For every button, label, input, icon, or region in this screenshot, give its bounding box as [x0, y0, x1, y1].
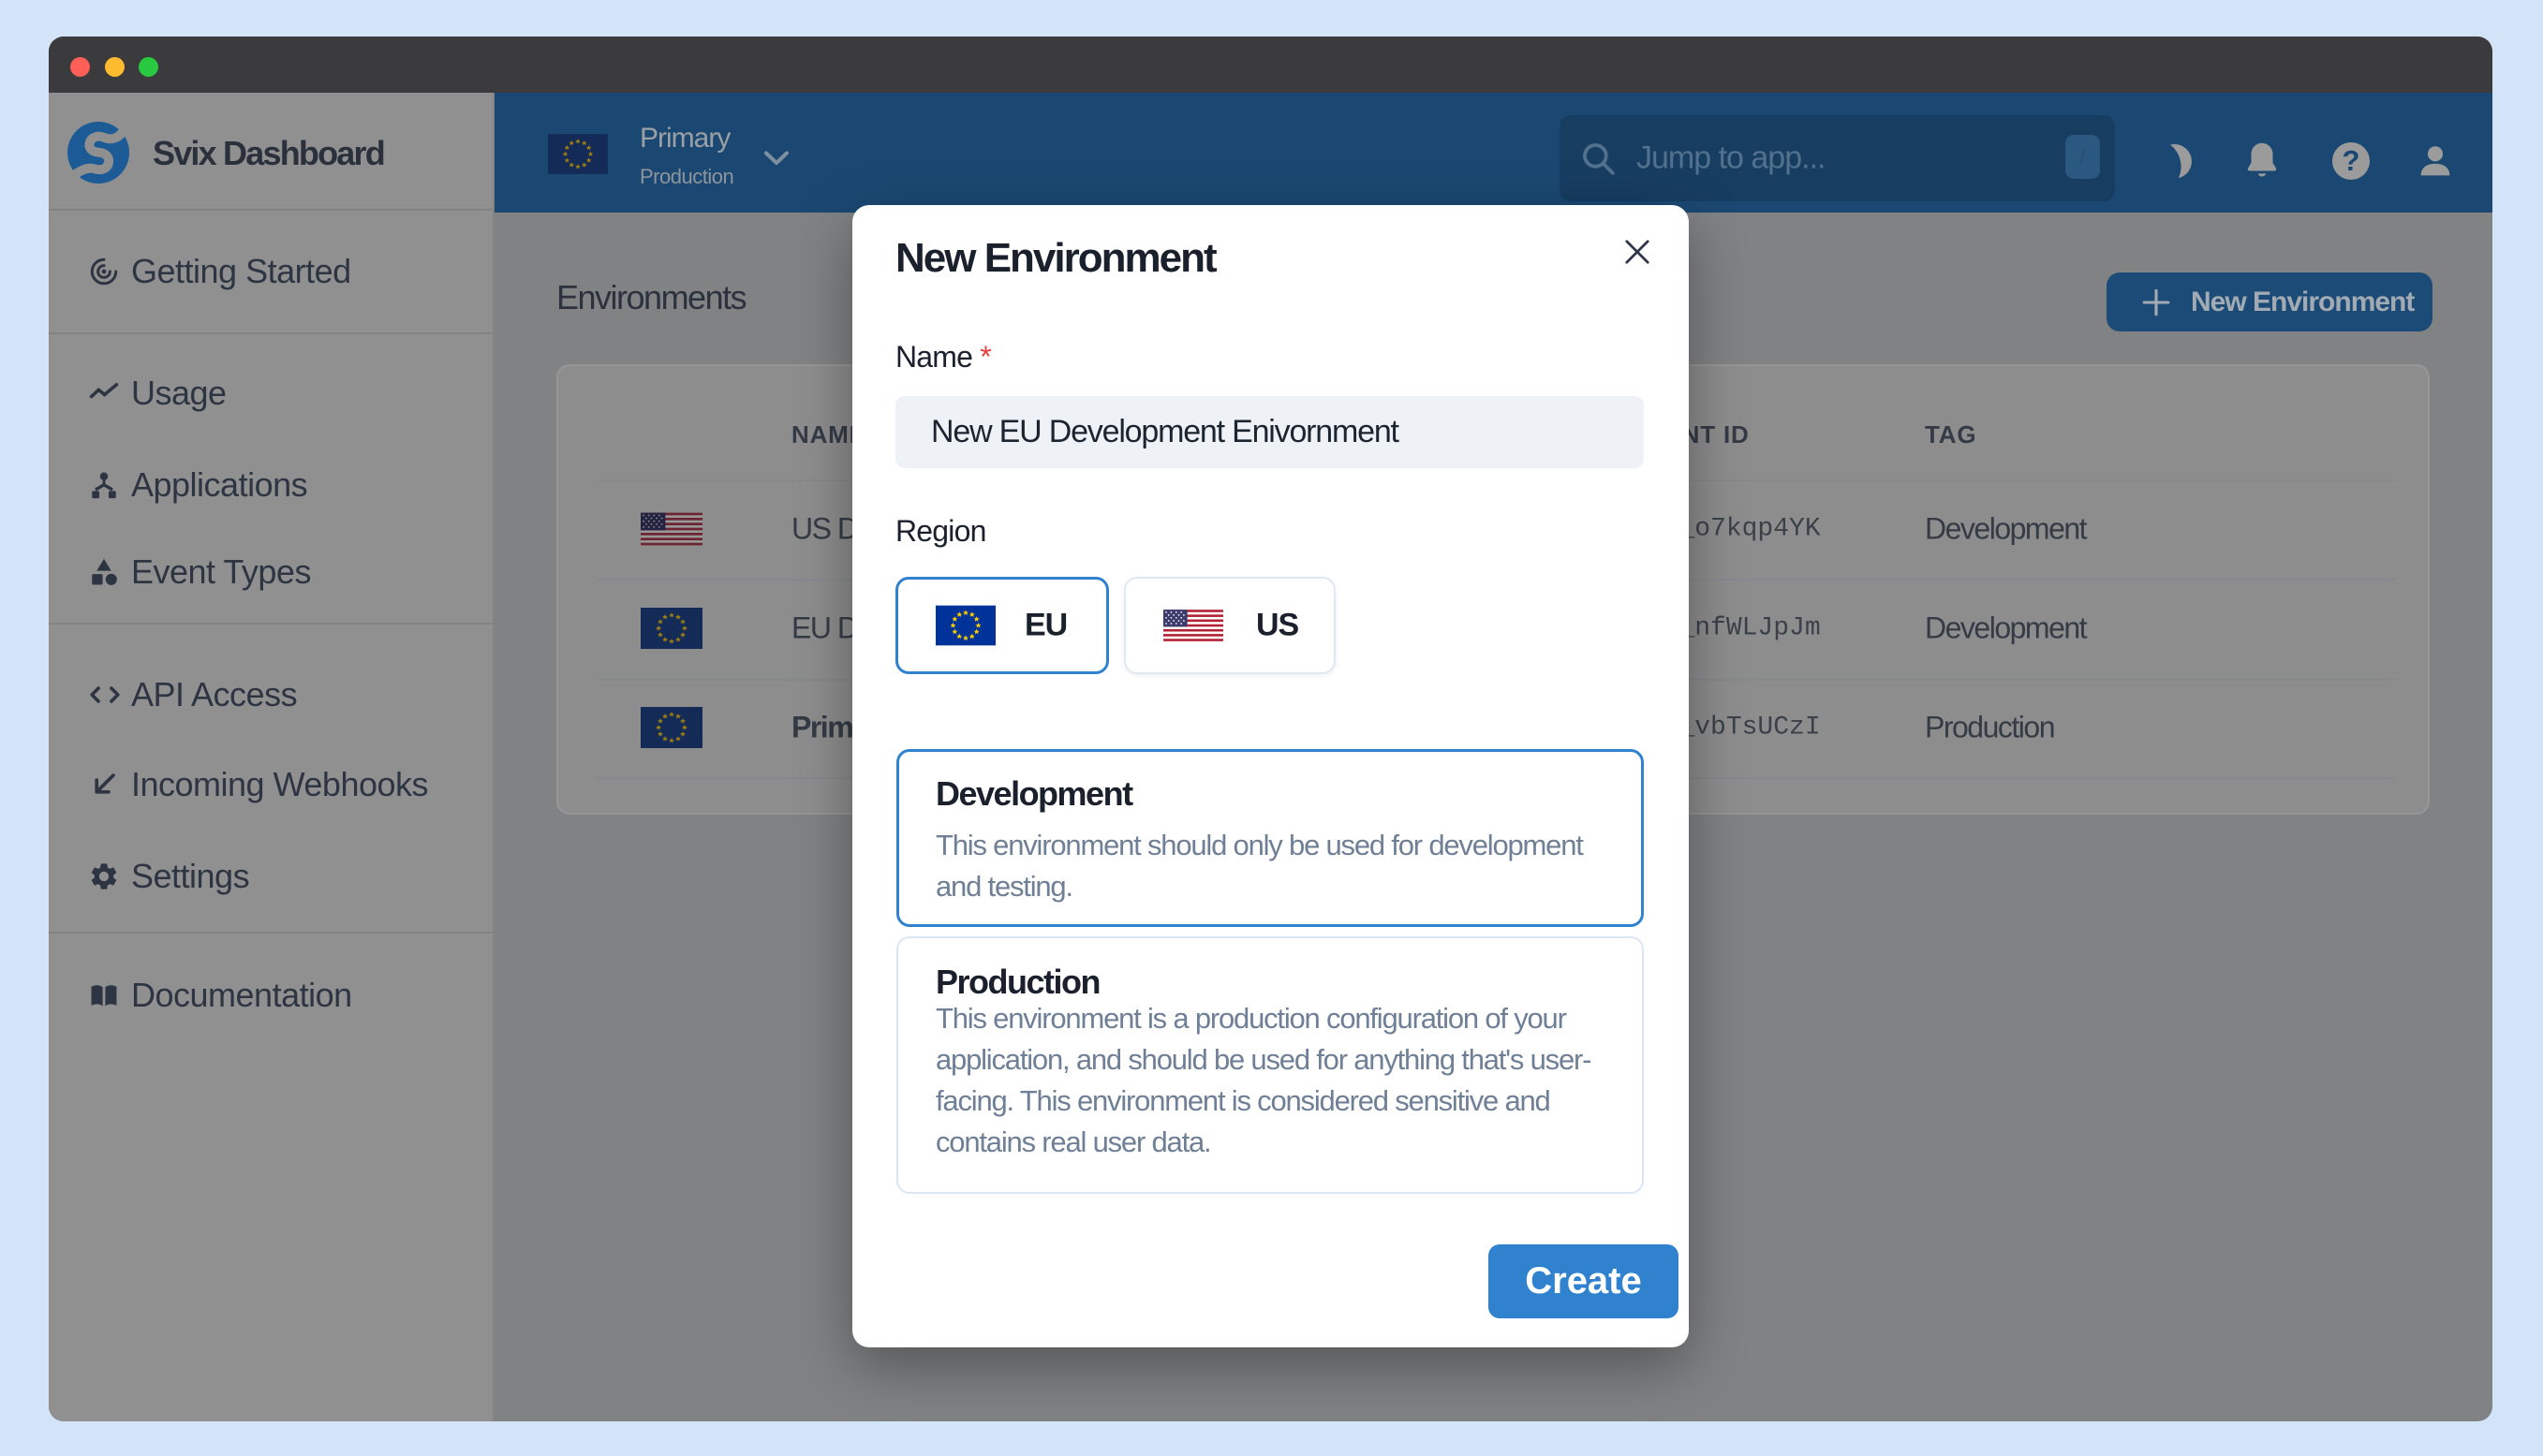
svg-text:?: ? [2343, 144, 2360, 177]
